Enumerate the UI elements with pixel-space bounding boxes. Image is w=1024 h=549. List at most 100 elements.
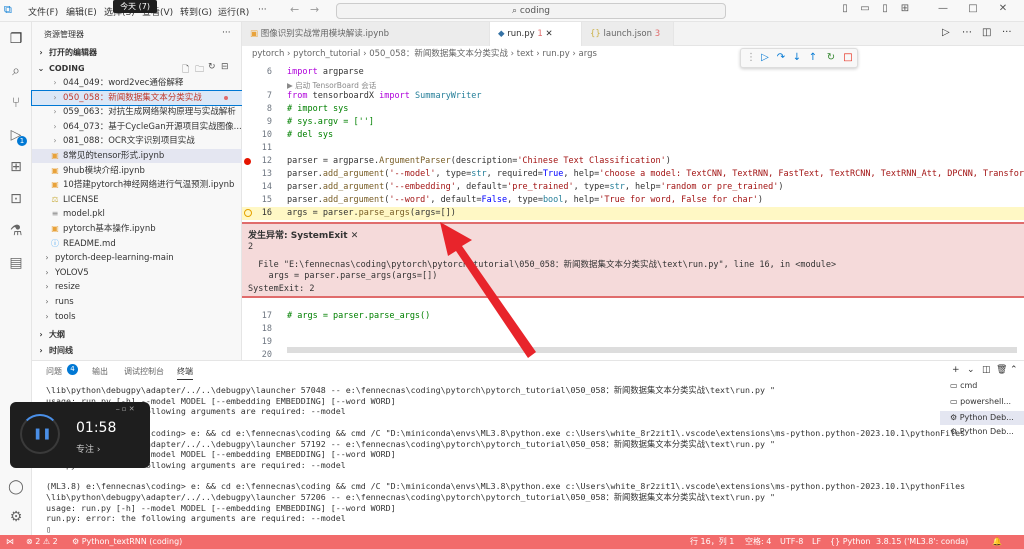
indentation[interactable]: 空格: 4 <box>745 535 771 549</box>
file-tree-item[interactable]: ▣ 10搭建pytorch神经网络进行气温预测.ipynb <box>32 178 242 192</box>
exception-file-link[interactable]: File "E:\fennecnas\coding\pytorch\pytorc… <box>248 258 836 270</box>
minimize-icon[interactable]: — <box>936 3 950 17</box>
menu-run[interactable]: 运行(R) <box>218 5 249 18</box>
file-tree-item[interactable]: ⓘ README.md <box>32 237 242 251</box>
terminal-item-python-debug-1[interactable]: ⚙ Python Deb... <box>940 411 1024 425</box>
timer-window-controls[interactable]: ⎯ ▫ ✕ <box>116 405 135 414</box>
cursor-position[interactable]: 行 16，列 1 <box>690 535 734 549</box>
menu-go[interactable]: 转到(G) <box>180 5 212 18</box>
run-config-status[interactable]: ⚙ Python_textRNN (coding) <box>72 535 182 549</box>
close-window-icon[interactable]: ✕ <box>996 3 1010 17</box>
step-into-icon[interactable]: ↓ <box>791 52 803 64</box>
tab-output[interactable]: 输出 <box>92 366 108 377</box>
file-tree-item[interactable]: › pytorch-deep-learning-main <box>32 251 242 265</box>
jupyter-icon[interactable]: ▤ <box>7 254 25 272</box>
kill-terminal-icon[interactable]: 🗑 <box>996 365 1007 375</box>
drag-handle-icon[interactable]: ⋮ <box>745 52 757 64</box>
new-terminal-icon[interactable]: + <box>952 365 960 375</box>
refresh-icon[interactable]: ↻ <box>208 62 216 72</box>
file-tree-item[interactable]: ≡ model.pkl <box>32 207 242 221</box>
maximize-panel-icon[interactable]: ⌃ <box>1010 365 1018 375</box>
file-tree-item[interactable]: ▣ pytorch基本操作.ipynb <box>32 222 242 236</box>
collapse-all-icon[interactable]: ⊟ <box>221 62 229 72</box>
file-tree-item[interactable]: ⚖ LICENSE <box>32 193 242 207</box>
maximize-icon[interactable]: □ <box>966 3 980 17</box>
split-terminal-icon[interactable]: ◫ <box>982 365 991 375</box>
breadcrumb-item[interactable]: run.py <box>542 49 569 59</box>
file-tree-item[interactable]: › resize <box>32 280 242 294</box>
layout-sidebar-icon[interactable]: ▯ <box>838 3 852 17</box>
source-control-icon[interactable]: ⑂ <box>7 94 25 112</box>
tab-debug-console[interactable]: 调试控制台 <box>124 366 164 377</box>
focus-timer-widget[interactable]: ❚❚ 01:58 专注 › ⎯ ▫ ✕ <box>10 402 150 468</box>
breadcrumb-item[interactable]: pytorch <box>252 49 284 59</box>
run-file-icon[interactable]: ▷ <box>942 27 950 38</box>
layout-secondary-icon[interactable]: ▯ <box>878 3 892 17</box>
file-tree-item[interactable]: › 050_058：新闻数据集文本分类实战 <box>31 89 243 106</box>
file-tree-item[interactable]: ▣ 9hub模块介绍.ipynb <box>32 164 242 178</box>
terminal-item-cmd[interactable]: ▭ cmd <box>950 381 977 390</box>
back-arrow-icon[interactable]: ← <box>290 3 299 16</box>
file-tree-item[interactable]: › tools <box>32 310 242 324</box>
tab-problems[interactable]: 问题 <box>46 366 62 377</box>
breadcrumb-item[interactable]: text <box>517 49 534 59</box>
open-editors-section[interactable]: › 打开的编辑器 <box>36 46 246 60</box>
file-tree-item[interactable]: ▣ 8常见的tensor形式.ipynb <box>32 149 242 163</box>
tab-launch-json[interactable]: {} launch.json 3 <box>582 22 674 46</box>
stop-icon[interactable]: □ <box>842 52 854 64</box>
language-mode[interactable]: {} Python <box>830 535 870 549</box>
terminal-item-powershell[interactable]: ▭ powershell... <box>950 397 1011 406</box>
remote-explorer-icon[interactable]: ⊡ <box>7 190 25 208</box>
file-tree-item[interactable]: › YOLOV5 <box>32 266 242 280</box>
file-tree-item[interactable]: › 059_063：对抗生成网络架构原理与实战解析 <box>32 105 242 119</box>
timeline-section[interactable]: › 时间线 <box>36 344 246 358</box>
step-over-icon[interactable]: ↷ <box>775 52 787 64</box>
account-icon[interactable]: ◯ <box>7 478 25 496</box>
tab-terminal[interactable]: 终端 <box>177 366 193 380</box>
editor-more-icon[interactable]: ··· <box>1002 27 1012 38</box>
menu-file[interactable]: 文件(F) <box>28 5 58 18</box>
code-line: 7 from tensorboardX import SummaryWriter <box>266 91 482 101</box>
remote-icon[interactable]: ⋈ <box>6 535 14 549</box>
layout-panel-icon[interactable]: ▭ <box>858 3 872 17</box>
code-line: 14 parser.add_argument('--embedding', def… <box>261 182 784 192</box>
pause-icon[interactable]: ❚❚ <box>33 426 51 442</box>
search-icon[interactable]: ⌕ <box>7 62 25 80</box>
jupyter-variables-icon[interactable]: ⋯ <box>962 27 972 38</box>
explorer-more-icon[interactable]: ··· <box>222 28 231 38</box>
terminal-dropdown-icon[interactable]: ⌄ <box>967 365 975 375</box>
file-tree-item[interactable]: › 064_073：基于CycleGan开源项目实战图像... <box>32 120 242 134</box>
horizontal-scrollbar[interactable] <box>287 347 1017 353</box>
restart-icon[interactable]: ↻ <box>825 52 837 64</box>
tab-notebook[interactable]: ▣ 图像识别实战常用模块解读.ipynb <box>242 22 490 46</box>
encoding[interactable]: UTF-8 <box>780 535 803 549</box>
breadcrumb-item[interactable]: pytorch_tutorial <box>293 49 360 59</box>
file-tree-item[interactable]: › runs <box>32 295 242 309</box>
more-menu-icon[interactable]: ··· <box>258 5 267 15</box>
line-ending[interactable]: LF <box>812 535 821 549</box>
step-out-icon[interactable]: ↑ <box>807 52 819 64</box>
file-tree-item[interactable]: › 081_088：OCR文字识别项目实战 <box>32 134 242 148</box>
command-search-box[interactable]: ⌕ coding <box>336 3 726 19</box>
python-interpreter[interactable]: 3.8.15 ('ML3.8': conda) <box>876 535 968 549</box>
close-tab-icon[interactable]: ✕ <box>545 29 552 39</box>
terminal-item-python-debug-2[interactable]: ⚙ Python Deb... <box>950 427 1014 436</box>
forward-arrow-icon[interactable]: → <box>310 3 319 16</box>
settings-gear-icon[interactable]: ⚙ <box>7 508 25 526</box>
customize-layout-icon[interactable]: ⊞ <box>898 3 912 17</box>
code-editor[interactable]: 6 import argparse ▶ 启动 TensorBoard 会话 7 fr… <box>242 62 1024 360</box>
continue-icon[interactable]: ▷ <box>759 52 771 64</box>
menu-edit[interactable]: 编辑(E) <box>66 5 97 18</box>
explorer-icon[interactable]: ❐ <box>7 30 25 48</box>
close-exception-icon[interactable]: ✕ <box>351 231 359 241</box>
breadcrumb-item[interactable]: args <box>579 49 597 59</box>
testing-icon[interactable]: ⚗ <box>7 222 25 240</box>
file-tree-item[interactable]: › 044_049：word2vec通俗解释 <box>32 76 242 90</box>
outline-section[interactable]: › 大纲 <box>36 328 246 342</box>
split-editor-icon[interactable]: ◫ <box>982 27 991 38</box>
notification-bell-icon[interactable]: 🔔 <box>992 535 1002 549</box>
tab-run-py[interactable]: ◆ run.py 1 ✕ <box>490 22 582 46</box>
extensions-icon[interactable]: ⊞ <box>7 158 25 176</box>
problems-status[interactable]: ⊗ 2 ⚠ 2 <box>26 535 58 549</box>
breadcrumb-item[interactable]: 050_058：新闻数据集文本分类实战 <box>369 49 508 59</box>
